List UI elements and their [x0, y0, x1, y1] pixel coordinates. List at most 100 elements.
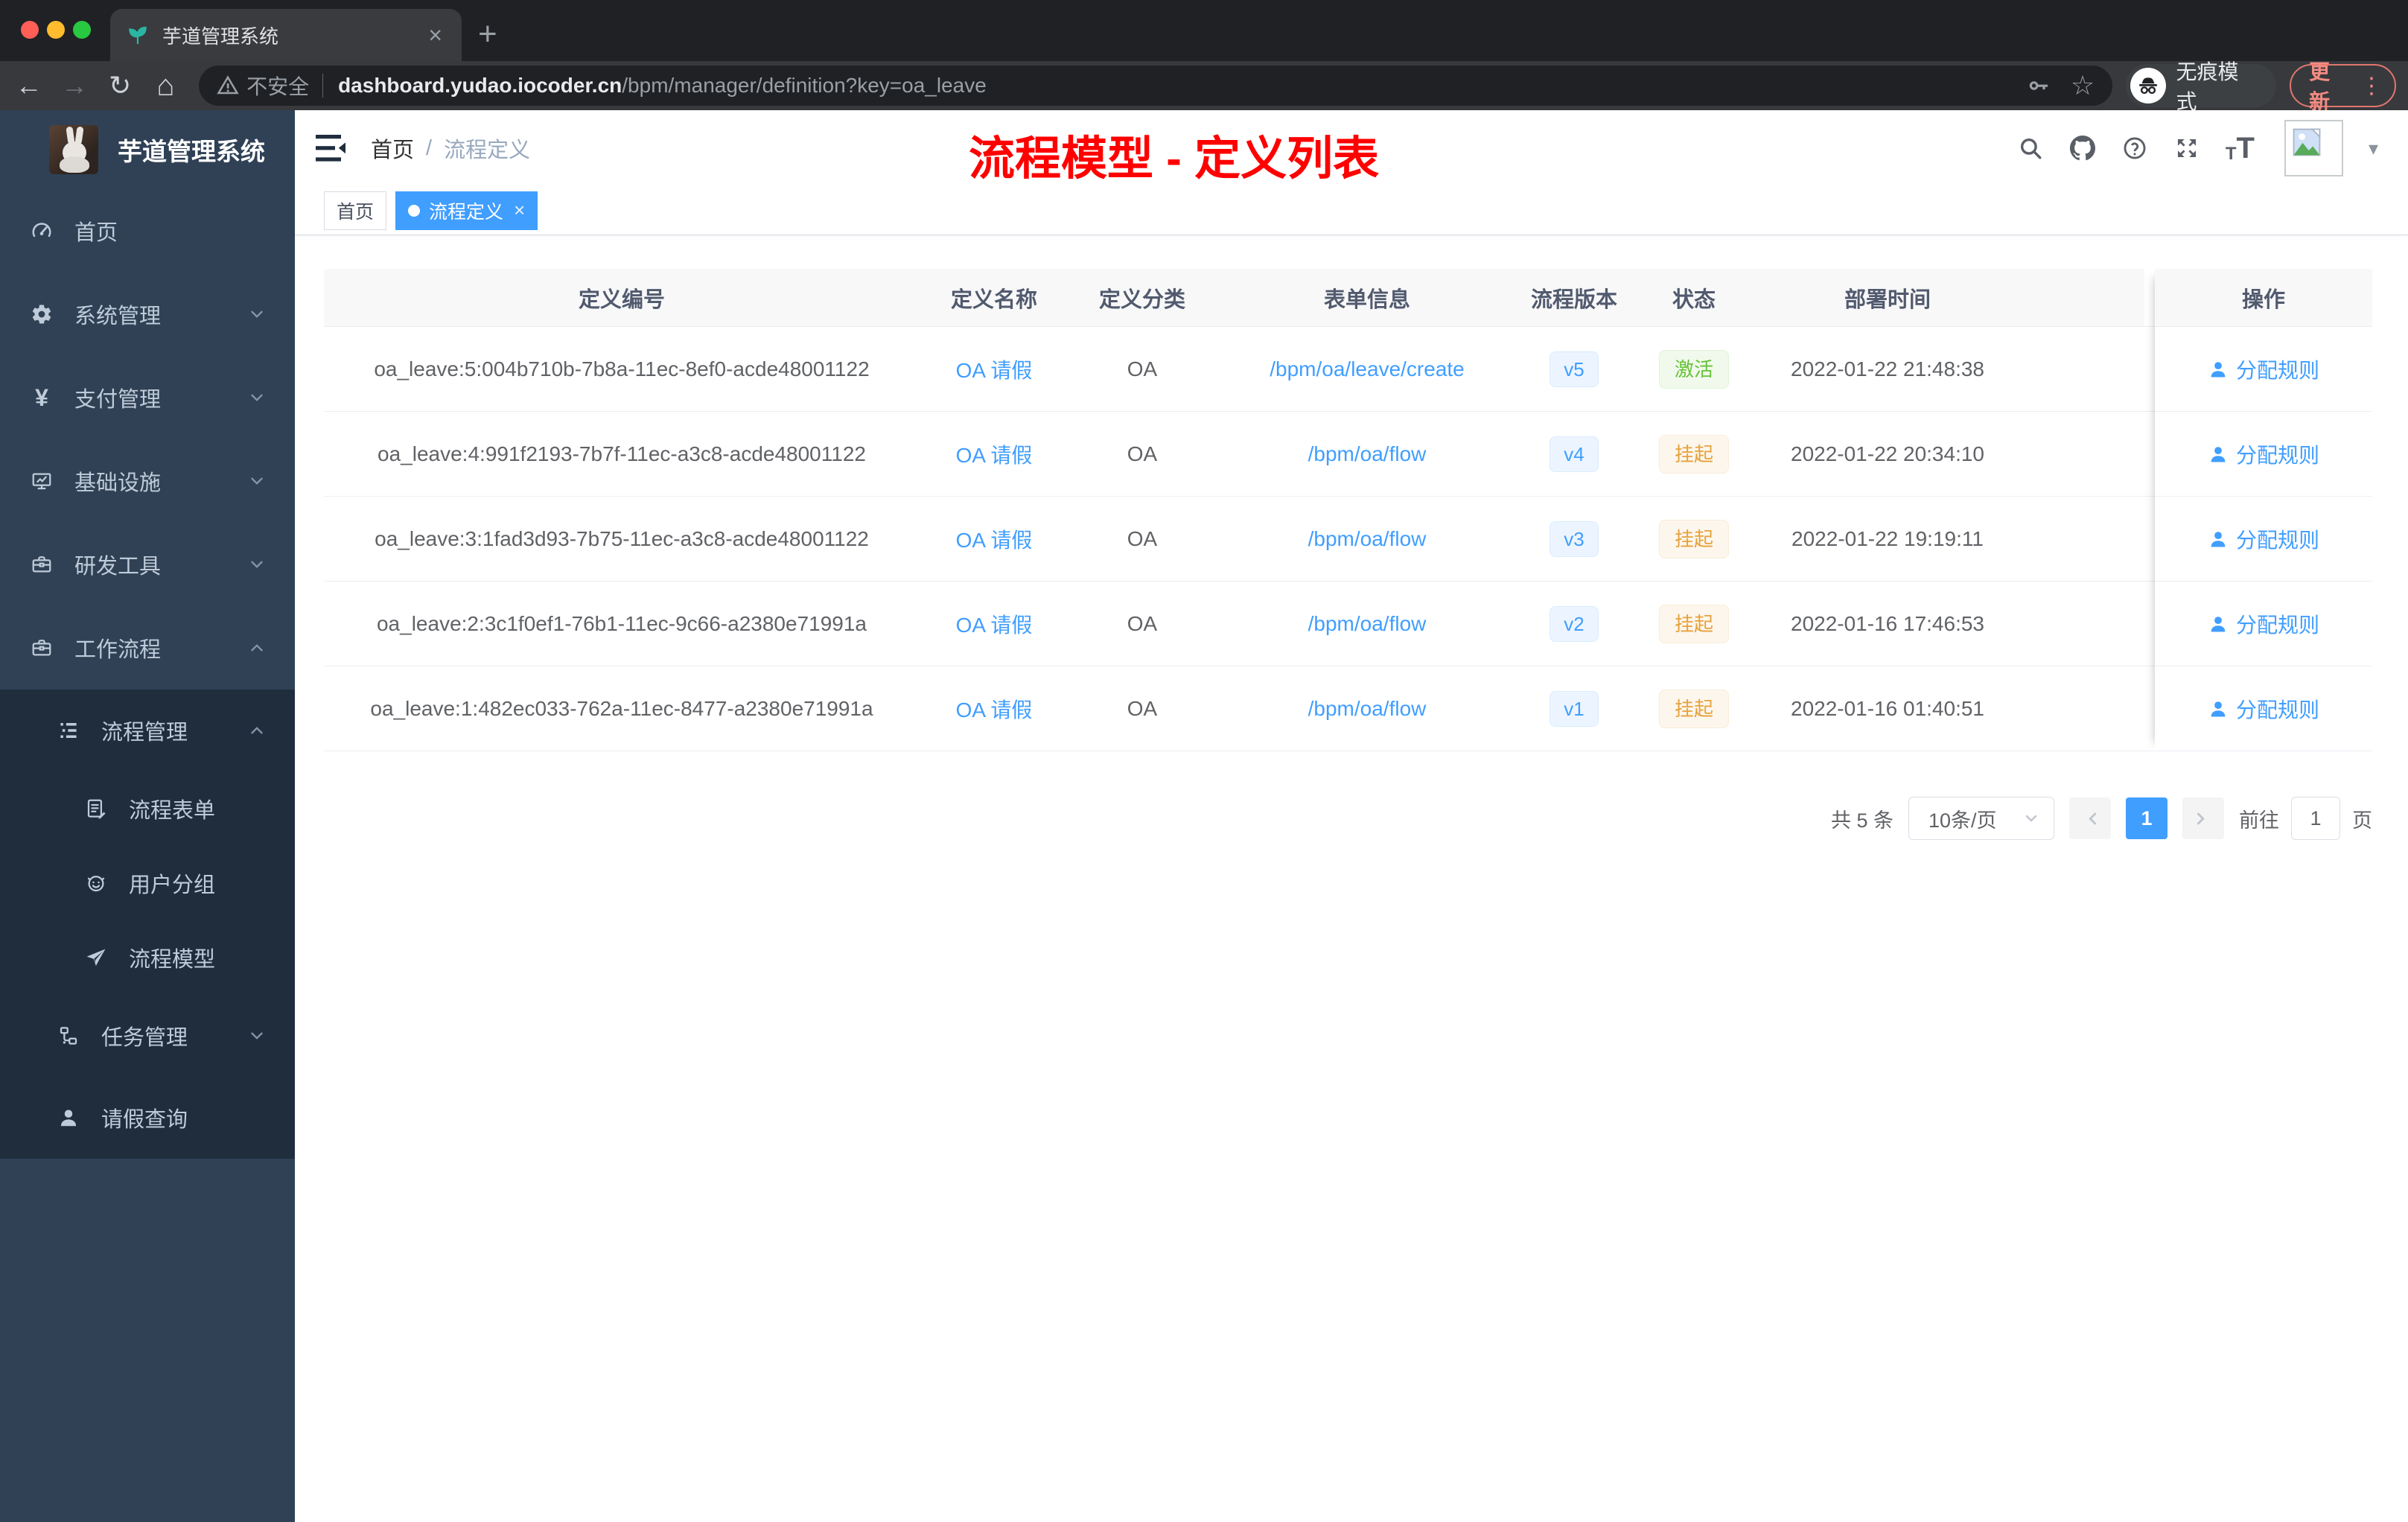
sidebar-logo[interactable]: 芋道管理系统 — [0, 110, 295, 189]
sidebar-item-system[interactable]: 系统管理 — [0, 273, 295, 356]
reload-button[interactable]: ↻ — [98, 70, 143, 101]
sidebar-item-payment[interactable]: ¥ 支付管理 — [0, 356, 295, 439]
name-link[interactable]: OA 请假 — [956, 609, 1033, 639]
favicon-plant-icon — [129, 26, 147, 45]
page-size-select[interactable]: 10条/页 — [1908, 797, 2054, 840]
next-page-button[interactable] — [2182, 797, 2224, 839]
sidebar-menu: 首页系统管理 ¥ 支付管理基础设施研发工具 工作流程 流程管理 流程表单 用户分组 流程模型任… — [0, 189, 295, 1159]
tab-close-icon[interactable]: × — [425, 23, 445, 47]
update-chrome-button[interactable]: 更新 ⋮ — [2290, 60, 2396, 113]
column-header-status: 状态 — [1630, 269, 1758, 327]
url-bar[interactable]: 不安全 dashboard.yudao.iocoder.cn/bpm/manag… — [199, 66, 2113, 106]
help-icon[interactable] — [2121, 135, 2148, 162]
chevron-down-icon — [247, 471, 267, 491]
security-label[interactable]: 不安全 — [246, 71, 309, 101]
incognito-icon — [2130, 68, 2166, 104]
form-link[interactable]: /bpm/oa/flow — [1308, 442, 1427, 466]
new-tab-button[interactable]: + — [478, 13, 497, 55]
assign-rule-button[interactable]: 分配规则 — [2208, 439, 2319, 469]
cell-name: OA 请假 — [920, 582, 1068, 666]
assign-rule-button[interactable]: 分配规则 — [2208, 354, 2319, 384]
url-separator — [322, 74, 324, 98]
sidebar-item-user-group[interactable]: 用户分组 — [0, 846, 295, 920]
sidebar-item-label: 基础设施 — [74, 471, 162, 495]
form-link[interactable]: /bpm/oa/flow — [1308, 527, 1427, 551]
sidebar-item-process-model[interactable]: 流程模型 — [0, 920, 295, 995]
status-badge: 挂起 — [1658, 434, 1729, 474]
update-label[interactable]: 更新 — [2309, 56, 2350, 115]
form-link[interactable]: /bpm/oa/flow — [1308, 612, 1427, 636]
cell-time: 2022-01-22 19:19:11 — [1758, 497, 2017, 582]
chevron-up-icon — [247, 721, 267, 740]
fullscreen-icon[interactable] — [2173, 135, 2200, 162]
close-window-button[interactable] — [21, 21, 39, 39]
browser-tab[interactable]: 芋道管理系统 × — [110, 9, 462, 61]
browser-tab-strip: 芋道管理系统 × + — [0, 0, 2408, 61]
browser-menu-icon[interactable]: ⋮ — [2360, 73, 2383, 99]
column-header-filler — [2017, 269, 2144, 327]
sidebar-item-label: 系统管理 — [74, 305, 162, 328]
tag-home[interactable]: 首页 — [324, 191, 387, 230]
incognito-badge: 无痕模式 — [2126, 60, 2277, 113]
form-link[interactable]: /bpm/oa/flow — [1308, 697, 1427, 721]
sidebar-item-process-form[interactable]: 流程表单 — [0, 771, 295, 846]
cell-filler — [2017, 582, 2144, 666]
status-badge: 挂起 — [1658, 689, 1729, 728]
github-icon[interactable] — [2069, 135, 2096, 162]
name-link[interactable]: OA 请假 — [956, 439, 1033, 469]
search-icon[interactable] — [2017, 135, 2044, 162]
hamburger-icon[interactable] — [313, 132, 348, 165]
page-number-button[interactable]: 1 — [2126, 797, 2167, 839]
cell-version: v4 — [1518, 412, 1630, 497]
window-controls — [21, 21, 91, 39]
assign-rule-button[interactable]: 分配规则 — [2208, 609, 2319, 639]
form-link[interactable]: /bpm/oa/leave/create — [1270, 357, 1465, 381]
name-link[interactable]: OA 请假 — [956, 694, 1033, 724]
avatar[interactable] — [2284, 120, 2343, 176]
version-badge: v2 — [1549, 605, 1599, 642]
assign-rule-button[interactable]: 分配规则 — [2208, 524, 2319, 554]
breadcrumb: 首页 / 流程定义 — [371, 133, 530, 164]
password-key-icon[interactable] — [2026, 73, 2051, 98]
sidebar-item-devtools[interactable]: 研发工具 — [0, 523, 295, 606]
tag-process-definition[interactable]: 流程定义 × — [395, 191, 538, 230]
chevron-down-icon — [247, 1026, 267, 1045]
back-button[interactable]: ← — [6, 70, 51, 101]
person-icon — [2208, 359, 2229, 380]
sidebar-item-workflow[interactable]: 工作流程 — [0, 606, 295, 690]
name-link[interactable]: OA 请假 — [956, 524, 1033, 554]
cell-status: 挂起 — [1630, 497, 1758, 582]
dashboard-icon — [30, 219, 54, 243]
name-link[interactable]: OA 请假 — [956, 354, 1033, 384]
sidebar-item-task-manage[interactable]: 任务管理 — [0, 995, 295, 1077]
cell-form: /bpm/oa/flow — [1216, 412, 1518, 497]
gap-block — [2144, 582, 2155, 666]
breadcrumb-home[interactable]: 首页 — [371, 133, 414, 164]
bookmark-star-icon[interactable]: ☆ — [2071, 72, 2095, 99]
prev-page-button[interactable] — [2069, 797, 2111, 839]
main-area: 首页 / 流程定义 流程模型 - 定义列表 TT ▾ 首页 流程定义 × 定义编… — [295, 110, 2408, 1522]
assign-rule-button[interactable]: 分配规则 — [2208, 694, 2319, 724]
tab-title: 芋道管理系统 — [162, 25, 279, 48]
minimize-window-button[interactable] — [47, 21, 65, 39]
sidebar-item-process-manage[interactable]: 流程管理 — [0, 690, 295, 771]
avatar-caret-icon[interactable]: ▾ — [2369, 137, 2378, 160]
zoom-window-button[interactable] — [73, 21, 91, 39]
home-button[interactable]: ⌂ — [143, 69, 188, 103]
cell-status: 激活 — [1630, 327, 1758, 412]
sidebar-item-infra[interactable]: 基础设施 — [0, 439, 295, 523]
tag-close-icon[interactable]: × — [514, 199, 525, 222]
cell-version: v3 — [1518, 497, 1630, 582]
sidebar-item-leave-query[interactable]: 请假查询 — [0, 1077, 295, 1159]
toolbox-icon — [30, 553, 54, 576]
cell-time: 2022-01-22 20:34:10 — [1758, 412, 2017, 497]
font-size-icon[interactable]: TT — [2226, 133, 2255, 163]
gap-block — [2144, 269, 2155, 327]
sidebar-item-home[interactable]: 首页 — [0, 189, 295, 273]
forward-button[interactable]: → — [51, 70, 97, 101]
not-secure-warning-icon — [217, 75, 239, 95]
chevron-down-icon — [247, 305, 267, 324]
pagination: 共 5 条 10条/页 1 前往 页 — [324, 797, 2372, 840]
tags-view-bar: 首页 流程定义 × — [295, 186, 2408, 235]
goto-page-input[interactable] — [2291, 797, 2340, 840]
